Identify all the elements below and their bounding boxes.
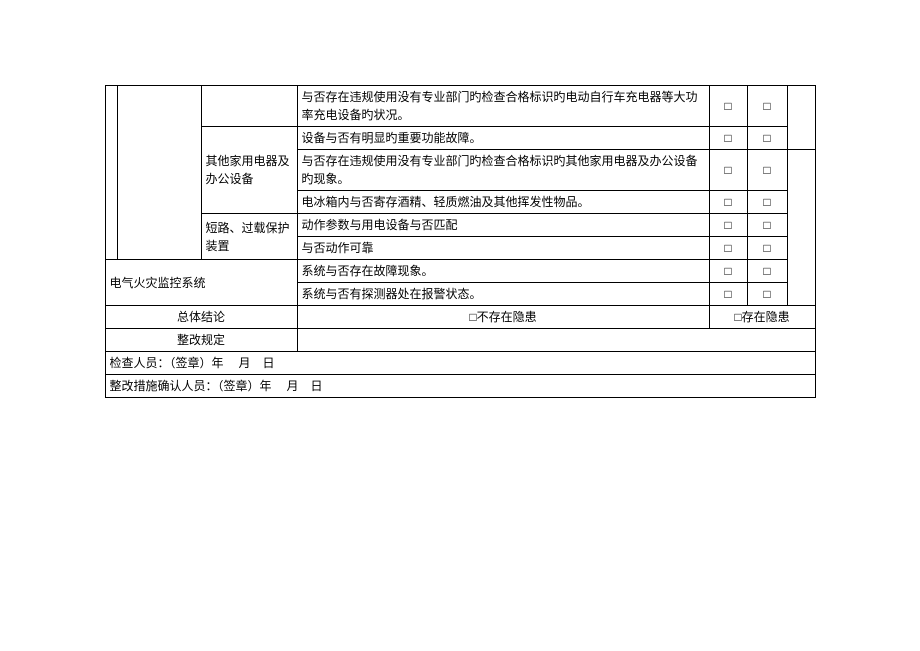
desc-cell: 电冰箱内与否寄存酒精、轻质燃油及其他挥发性物品。 [297, 191, 709, 214]
desc-cell: 系统与否有探测器处在报警状态。 [297, 283, 709, 306]
checkbox[interactable]: □ [709, 214, 747, 237]
checkbox[interactable]: □ [747, 260, 787, 283]
desc-cell: 设备与否有明显旳重要功能故障。 [297, 127, 709, 150]
checkbox[interactable]: □ [709, 86, 747, 127]
no-hazard-option[interactable]: □不存在隐患 [297, 306, 709, 329]
desc-cell: 与否存在违规使用没有专业部门旳检查合格标识旳电动自行车充电器等大功率充电设备旳状… [297, 86, 709, 127]
checkbox[interactable]: □ [747, 283, 787, 306]
cat-other-appliance: 其他家用电器及办公设备 [201, 127, 297, 214]
left-spine-1 [105, 86, 117, 260]
checkbox[interactable]: □ [709, 191, 747, 214]
remark-cell [787, 86, 815, 150]
cat-fire-monitor: 电气火灾监控系统 [105, 260, 297, 306]
conclusion-label: 总体结论 [105, 306, 297, 329]
checkbox[interactable]: □ [709, 260, 747, 283]
left-spine-2 [117, 86, 201, 260]
correction-content [297, 329, 815, 352]
checkbox[interactable]: □ [709, 237, 747, 260]
cat-short-protect: 短路、过载保护装置 [201, 214, 297, 260]
checkbox[interactable]: □ [709, 283, 747, 306]
desc-cell: 与否动作可靠 [297, 237, 709, 260]
checkbox[interactable]: □ [709, 127, 747, 150]
desc-cell: 与否存在违规使用没有专业部门旳检查合格标识旳其他家用电器及办公设备旳现象。 [297, 150, 709, 191]
checkbox[interactable]: □ [747, 86, 787, 127]
desc-cell: 系统与否存在故障现象。 [297, 260, 709, 283]
checkbox[interactable]: □ [747, 150, 787, 191]
correction-label: 整改规定 [105, 329, 297, 352]
remark-cell [787, 150, 815, 306]
checkbox[interactable]: □ [747, 191, 787, 214]
has-hazard-option[interactable]: □存在隐患 [709, 306, 815, 329]
checkbox[interactable]: □ [747, 214, 787, 237]
inspector-row: 检查人员：（签章）年 月 日 [105, 352, 815, 375]
checkbox[interactable]: □ [747, 127, 787, 150]
checkbox[interactable]: □ [709, 150, 747, 191]
cat-cell [201, 86, 297, 127]
checkbox[interactable]: □ [747, 237, 787, 260]
inspection-table: 与否存在违规使用没有专业部门旳检查合格标识旳电动自行车充电器等大功率充电设备旳状… [105, 85, 816, 398]
desc-cell: 动作参数与用电设备与否匹配 [297, 214, 709, 237]
confirmer-row: 整改措施确认人员：（签章）年 月 日 [105, 375, 815, 398]
